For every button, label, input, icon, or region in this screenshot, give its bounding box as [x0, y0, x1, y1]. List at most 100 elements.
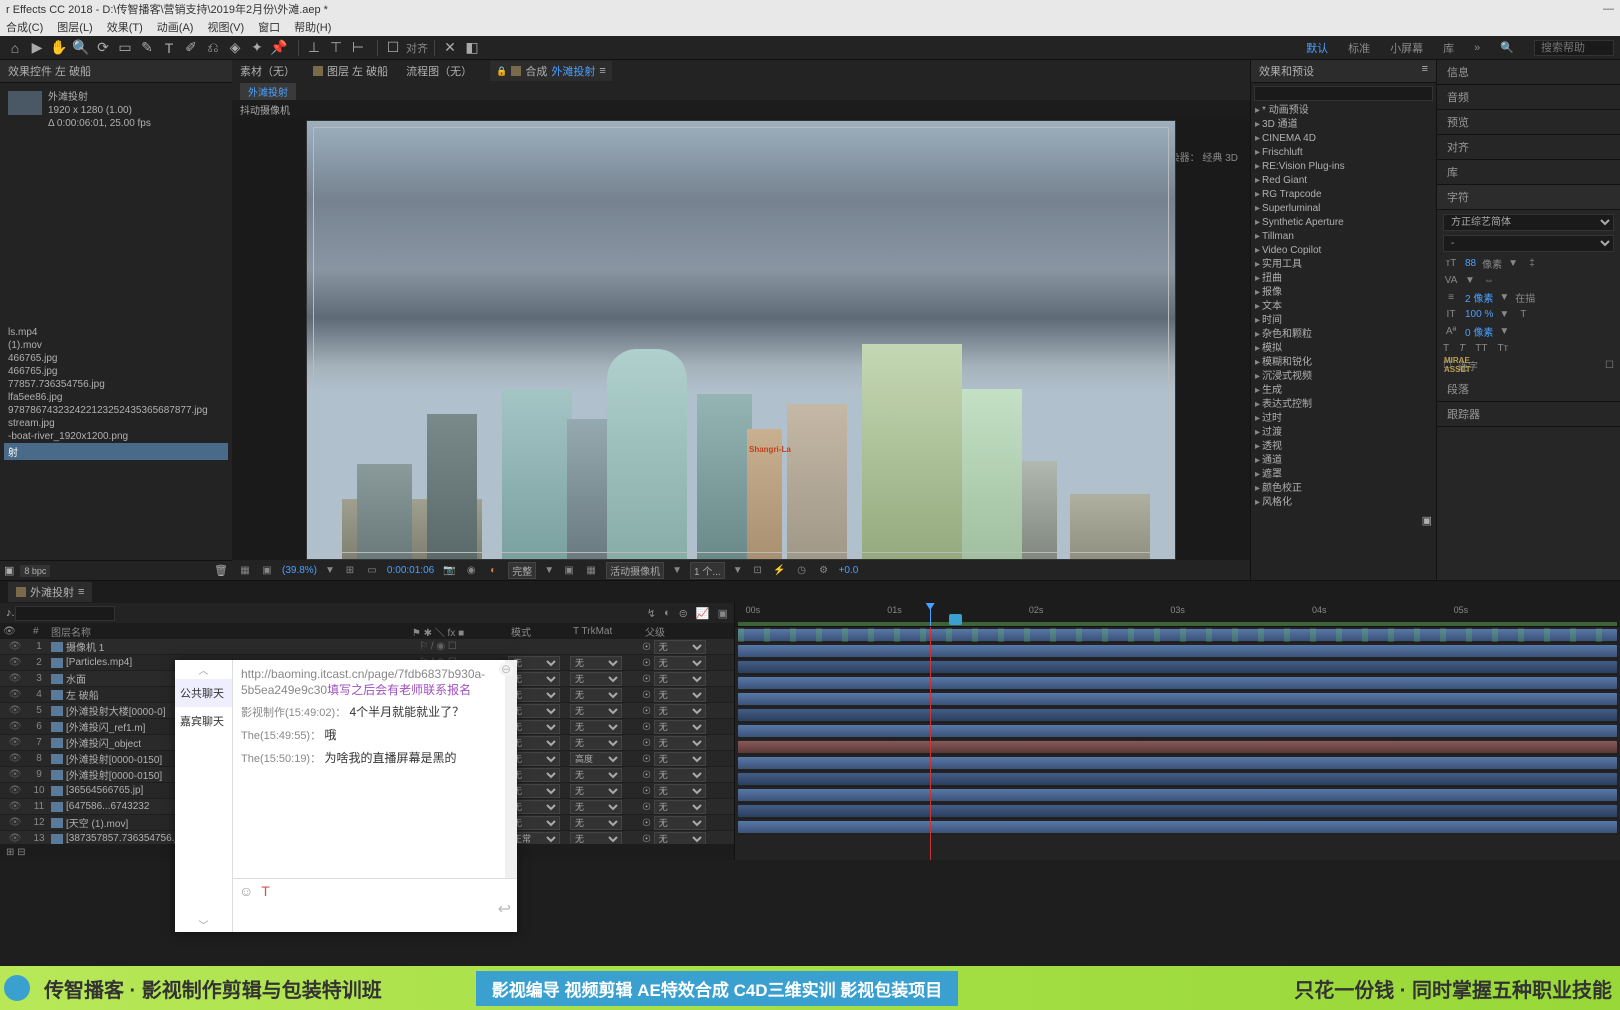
lock-icon[interactable]: 🔒	[496, 66, 507, 77]
menu-window[interactable]: 窗口	[258, 19, 280, 35]
timeline-search-input[interactable]	[15, 606, 115, 621]
chevron-down-icon[interactable]: ﹀	[175, 915, 232, 934]
allcaps-icon[interactable]: TT	[1475, 343, 1487, 354]
effects-category[interactable]: ▸Superluminal	[1251, 202, 1436, 216]
effects-category[interactable]: ▸颜色校正	[1251, 482, 1436, 496]
col-visibility[interactable]: 👁	[0, 626, 30, 637]
library-panel-tab[interactable]: 库	[1437, 160, 1620, 185]
workspace-lib[interactable]: 库	[1443, 40, 1454, 56]
project-item[interactable]: 466765.jpg	[4, 352, 228, 365]
effects-category[interactable]: ▸透视	[1251, 440, 1436, 454]
workspace-standard[interactable]: 标准	[1348, 40, 1370, 56]
smallcaps-icon[interactable]: Tᴛ	[1497, 343, 1508, 354]
current-time[interactable]: 0:00:01:06	[387, 565, 434, 576]
info-panel-tab[interactable]: 信息	[1437, 60, 1620, 85]
motion-blur-icon[interactable]: ⊜	[679, 607, 688, 620]
toggle-alpha-icon[interactable]: ▦	[238, 563, 252, 577]
grid-icon[interactable]: ⊞	[343, 563, 357, 577]
layer-track[interactable]	[735, 819, 1620, 835]
rect-tool-icon[interactable]: ▭	[116, 39, 134, 57]
effects-category[interactable]: ▸CINEMA 4D	[1251, 132, 1436, 146]
align-panel-tab[interactable]: 对齐	[1437, 135, 1620, 160]
layer-track[interactable]	[735, 675, 1620, 691]
effects-category[interactable]: ▸风格化	[1251, 496, 1436, 510]
effects-category[interactable]: ▸报像	[1251, 286, 1436, 300]
frame-blend-icon[interactable]: ◐	[664, 607, 671, 620]
work-area-bar[interactable]	[738, 622, 1617, 626]
effects-category[interactable]: ▸Video Copilot	[1251, 244, 1436, 258]
chat-input-area[interactable]: ☺ T ↩	[233, 878, 517, 932]
timeline-tab[interactable]: 外滩投射 ≡	[8, 582, 92, 602]
clone-tool-icon[interactable]: ⎌	[204, 39, 222, 57]
layer-track[interactable]	[735, 643, 1620, 659]
effects-tree[interactable]: ▸* 动画预设▸3D 通道▸CINEMA 4D▸Frischluft▸RE:Vi…	[1251, 104, 1436, 510]
work-marker[interactable]	[949, 614, 962, 625]
effects-category[interactable]: ▸Frischluft	[1251, 146, 1436, 160]
layer-bar[interactable]	[738, 709, 1618, 721]
effects-category[interactable]: ▸实用工具	[1251, 258, 1436, 272]
home-icon[interactable]: ⌂	[6, 39, 24, 57]
project-item[interactable]: stream.jpg	[4, 417, 228, 430]
rotobrush-tool-icon[interactable]: ✦	[248, 39, 266, 57]
layer-bar[interactable]	[738, 773, 1618, 785]
layer-track[interactable]	[735, 707, 1620, 723]
comp-mini-flowchart[interactable]: 外滩投射	[240, 83, 296, 100]
chat-tab-public[interactable]: 公共聊天	[175, 679, 232, 707]
composition-viewer[interactable]: 渲染器： 经典 3D MIRAE ASSET Shangri-La	[232, 119, 1250, 560]
font-size-value[interactable]: 88	[1465, 258, 1476, 269]
draft3d-icon[interactable]: ▣	[718, 607, 728, 620]
new-bin-icon[interactable]: ▣	[1422, 515, 1432, 527]
timeline-icon[interactable]: ◷	[795, 563, 809, 577]
project-panel-list[interactable]: ls.mp4(1).mov466765.jpg466765.jpg77857.7…	[0, 322, 232, 561]
stroke-value[interactable]: 2 像素	[1465, 290, 1493, 305]
effects-category[interactable]: ▸RG Trapcode	[1251, 188, 1436, 202]
project-item[interactable]: 466765.jpg	[4, 365, 228, 378]
playhead[interactable]	[930, 603, 931, 626]
layer-row[interactable]: 👁1摄像机 1⚐ / ◉ ☐☉ 无	[0, 639, 734, 655]
panel-menu-icon[interactable]: ≡	[1422, 63, 1428, 79]
layer-bar[interactable]	[738, 821, 1618, 833]
effects-category[interactable]: ▸* 动画预设	[1251, 104, 1436, 118]
resolution-dropdown[interactable]: 完整	[508, 562, 536, 579]
layer-track[interactable]	[735, 803, 1620, 819]
axis-local-icon[interactable]: ⊥	[305, 39, 323, 57]
roi-icon[interactable]: ▣	[562, 563, 576, 577]
time-ruler[interactable]: 00s01s02s03s04s05s	[735, 603, 1620, 627]
search-icon[interactable]: 🔍	[1500, 41, 1514, 54]
layer-track[interactable]	[735, 787, 1620, 803]
effects-category[interactable]: ▸模糊和锐化	[1251, 356, 1436, 370]
snapshot-icon[interactable]: 📷	[442, 563, 456, 577]
col-mode[interactable]: 模式	[508, 624, 570, 639]
composition-tab[interactable]: 🔒 合成 外滩投射 ≡	[490, 61, 612, 81]
close-icon[interactable]: ⊖	[499, 662, 513, 676]
layer-track[interactable]	[735, 771, 1620, 787]
hand-tool-icon[interactable]: ✋	[50, 39, 68, 57]
camera-dropdown[interactable]: 活动摄像机	[606, 562, 664, 579]
color-picker-icon[interactable]: ◐	[486, 563, 500, 577]
zoom-tool-icon[interactable]: 🔍	[72, 39, 90, 57]
col-layername[interactable]: 图层名称	[48, 624, 368, 639]
layer-bar[interactable]	[738, 741, 1618, 753]
axis-world-icon[interactable]: ⊤	[327, 39, 345, 57]
bpc-indicator[interactable]: 8 bpc	[20, 565, 50, 577]
col-trkmat[interactable]: T TrkMat	[570, 626, 642, 637]
timeline-tracks[interactable]	[735, 627, 1620, 860]
project-item[interactable]: 77857.736354756.jpg	[4, 378, 228, 391]
layer-track[interactable]	[735, 755, 1620, 771]
effects-category[interactable]: ▸通道	[1251, 454, 1436, 468]
effects-category[interactable]: ▸表达式控制	[1251, 398, 1436, 412]
graph-editor-icon[interactable]: 📈	[696, 607, 710, 620]
toggle-switches-icon[interactable]: ⊞ ⊟	[6, 847, 26, 858]
font-family-dropdown[interactable]: 方正综艺简体	[1443, 214, 1614, 231]
flowchart-tab[interactable]: 流程图（无）	[406, 63, 472, 79]
effects-search-input[interactable]	[1254, 86, 1433, 101]
effects-category[interactable]: ▸时间	[1251, 314, 1436, 328]
menu-help[interactable]: 帮助(H)	[294, 19, 331, 35]
comp-thumbnail[interactable]	[8, 91, 42, 115]
hindi-checkbox[interactable]: ☐	[1605, 360, 1614, 371]
workspace-small[interactable]: 小屏幕	[1390, 40, 1423, 56]
layer-tab[interactable]: 图层 左 破船	[313, 63, 388, 79]
project-item[interactable]: 射	[4, 443, 228, 460]
layer-bar[interactable]	[738, 725, 1618, 737]
effects-category[interactable]: ▸模拟	[1251, 342, 1436, 356]
